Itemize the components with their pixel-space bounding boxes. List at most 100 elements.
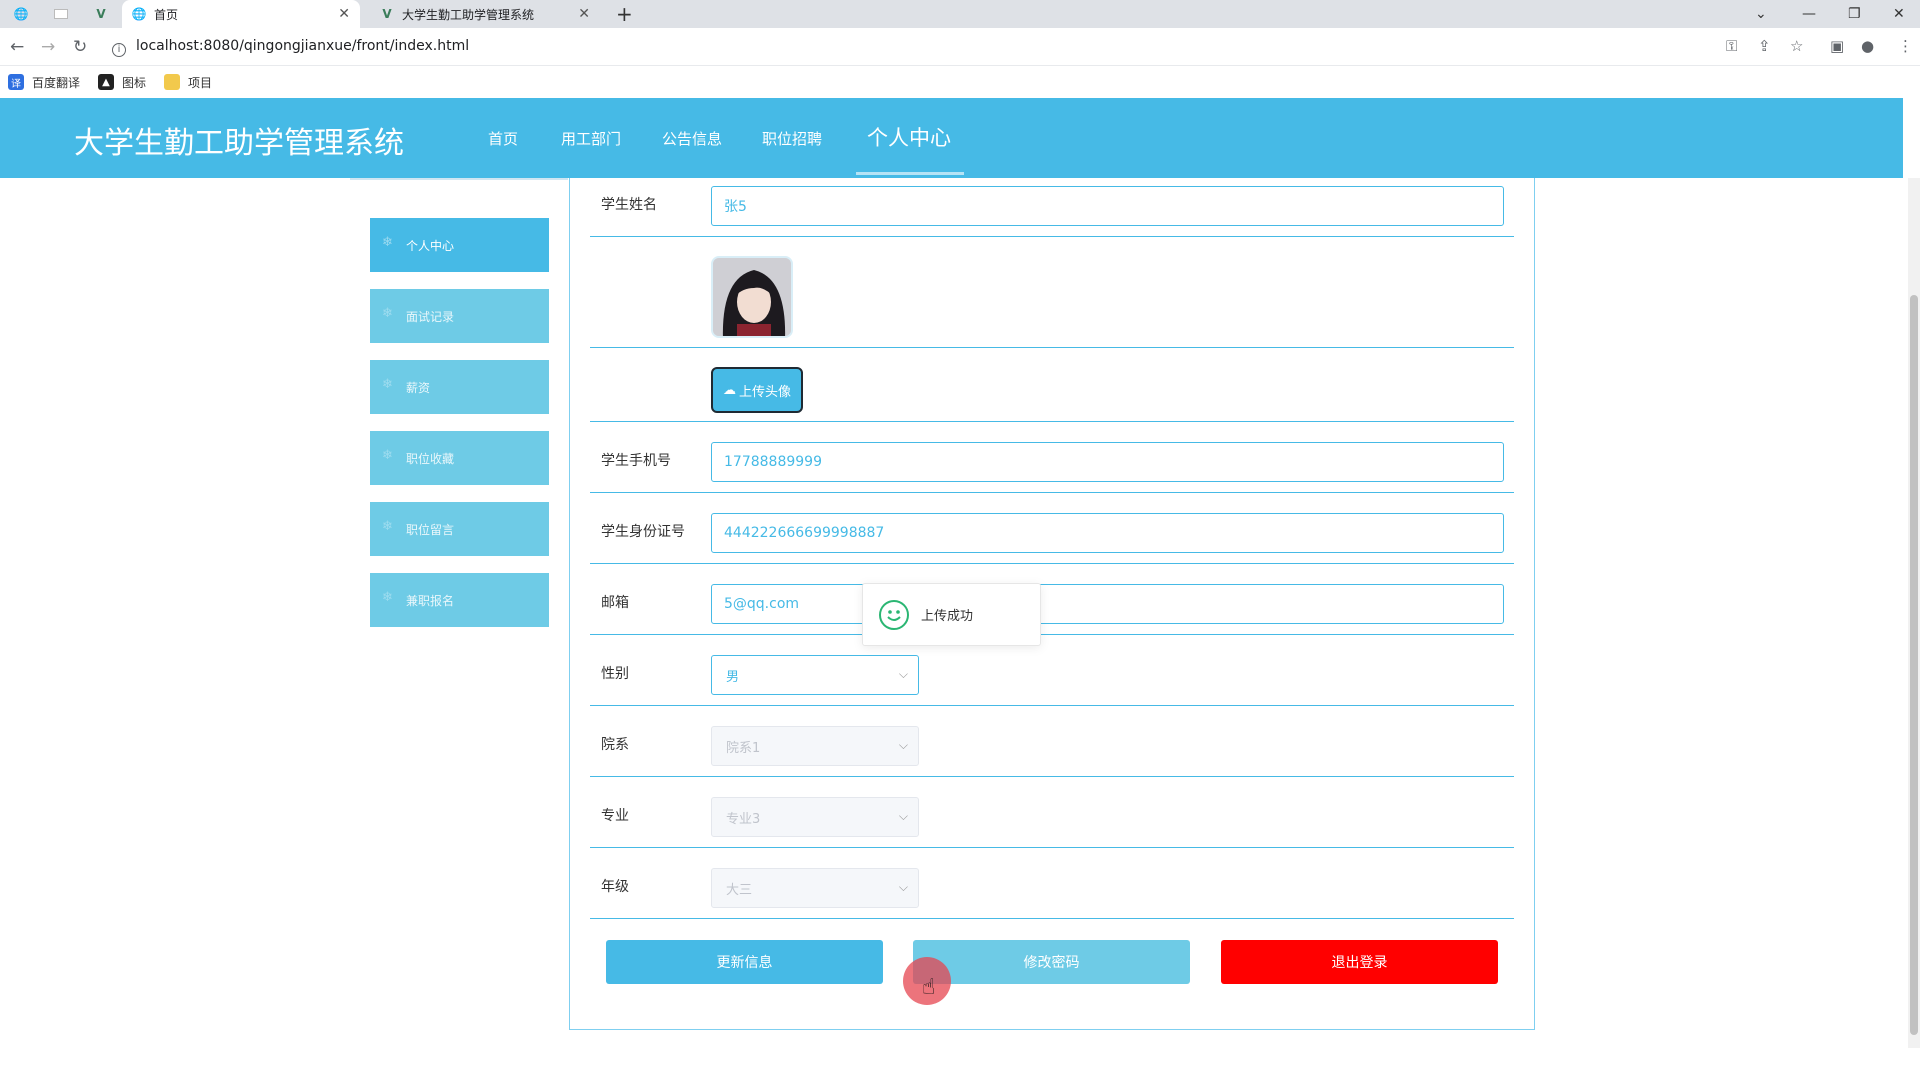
profile-icon[interactable]: ● — [1861, 37, 1874, 55]
bookmark-label: 百度翻译 — [32, 75, 81, 90]
close-tab-icon[interactable]: ✕ — [578, 6, 590, 22]
phone-field[interactable]: 17788889999 — [711, 442, 1504, 482]
scrollbar-thumb[interactable] — [1910, 295, 1918, 1035]
bookmark-label: 图标 — [122, 75, 147, 90]
sidebar-item-label: 兼职报名 — [406, 593, 455, 608]
nav-active-indicator — [856, 172, 964, 175]
tab-title: 首页 — [154, 7, 179, 22]
star-icon[interactable]: ☆ — [1790, 37, 1803, 55]
gender-label: 性别 — [601, 666, 629, 682]
pinned-tab[interactable]: 🌐 — [6, 0, 36, 28]
sidebar-item-label: 职位收藏 — [406, 451, 455, 466]
major-label: 专业 — [601, 808, 629, 824]
department-value: 院系1 — [726, 740, 761, 756]
close-tab-icon[interactable]: ✕ — [338, 6, 350, 22]
major-select: 专业3 ⌵ — [711, 797, 919, 837]
new-tab-button[interactable]: + — [616, 2, 633, 26]
nav-personal-center[interactable]: 个人中心 — [867, 122, 951, 152]
sidebar-item-personal-center[interactable]: ❄ 个人中心 — [370, 218, 549, 272]
chevron-down-icon: ⌵ — [898, 667, 908, 681]
logout-button[interactable]: 退出登录 — [1221, 940, 1498, 984]
snowflake-icon: ❄ — [382, 306, 393, 321]
site-header: 大学生勤工助学管理系统 首页 用工部门 公告信息 职位招聘 个人中心 — [0, 98, 1903, 178]
toast-message: 上传成功 — [921, 609, 974, 624]
image-icon: ▲ — [98, 74, 115, 90]
grade-value: 大三 — [726, 882, 753, 898]
upload-avatar-button[interactable]: ☁ 上传头像 — [711, 367, 803, 413]
tab-title: 大学生勤工助学管理系统 — [402, 7, 535, 22]
nav-job-recruitment[interactable]: 职位招聘 — [762, 128, 822, 149]
sidebar-item-interview-records[interactable]: ❄ 面试记录 — [370, 289, 549, 343]
address-bar-row: ← → ↻ i localhost:8080/qingongjianxue/fro… — [0, 28, 1920, 66]
major-value: 专业3 — [726, 811, 761, 827]
bookmark-baidu-translate[interactable]: 译 百度翻译 — [8, 74, 80, 91]
tab-search-icon[interactable]: ⌄ — [1755, 0, 1767, 28]
pinned-tab[interactable] — [46, 0, 76, 28]
url-field[interactable]: i localhost:8080/qingongjianxue/front/ind… — [112, 38, 469, 57]
id-card-field[interactable]: 444222666699998887 — [711, 513, 1504, 553]
student-name-label: 学生姓名 — [601, 197, 657, 213]
phone-label: 学生手机号 — [601, 453, 671, 469]
update-info-button[interactable]: 更新信息 — [606, 940, 883, 984]
sidebar-item-salary[interactable]: ❄ 薪资 — [370, 360, 549, 414]
student-name-field[interactable]: 张5 — [711, 186, 1504, 226]
folder-icon — [164, 74, 181, 90]
sidebar-item-job-favorites[interactable]: ❄ 职位收藏 — [370, 431, 549, 485]
email-field[interactable]: 5@qq.com — [711, 584, 1504, 624]
globe-icon: 🌐 — [13, 7, 29, 21]
sidebar-item-job-messages[interactable]: ❄ 职位留言 — [370, 502, 549, 556]
share-icon[interactable]: ⇪ — [1758, 37, 1771, 55]
nav-home[interactable]: 首页 — [488, 128, 518, 149]
snowflake-icon: ❄ — [382, 448, 393, 463]
sidebar-item-label: 个人中心 — [406, 238, 455, 253]
close-window-button[interactable]: ✕ — [1893, 0, 1905, 28]
chevron-down-icon: ⌵ — [898, 880, 908, 894]
snowflake-icon: ❄ — [382, 519, 393, 534]
globe-icon: 🌐 — [131, 7, 147, 21]
gender-value: 男 — [726, 669, 740, 685]
id-card-label: 学生身份证号 — [601, 524, 685, 540]
change-password-button[interactable]: 修改密码 — [913, 940, 1190, 984]
chevron-down-icon: ⌵ — [898, 738, 908, 752]
bookmark-project[interactable]: 项目 — [164, 74, 212, 91]
upload-success-toast: 上传成功 — [862, 583, 1041, 646]
snowflake-icon: ❄ — [382, 590, 393, 605]
email-label: 邮箱 — [601, 595, 629, 611]
site-title: 大学生勤工助学管理系统 — [74, 126, 404, 161]
site-info-icon[interactable]: i — [112, 43, 126, 57]
forward-arrow-icon[interactable]: → — [41, 37, 55, 57]
browser-tab-home[interactable]: 🌐 首页 ✕ — [122, 0, 360, 28]
bookmark-label: 项目 — [188, 75, 213, 90]
pinned-tab[interactable]: V — [86, 0, 116, 28]
chevron-down-icon: ⌵ — [898, 809, 908, 823]
back-arrow-icon[interactable]: ← — [10, 37, 24, 57]
key-icon[interactable]: ⚿ — [1726, 37, 1737, 55]
sidebar-item-label: 职位留言 — [406, 522, 455, 537]
more-menu-icon[interactable]: ⋮ — [1898, 37, 1913, 55]
translate-icon: 译 — [8, 74, 24, 90]
sidebar-item-parttime-signup[interactable]: ❄ 兼职报名 — [370, 573, 549, 627]
bookmark-icons[interactable]: ▲ 图标 — [98, 74, 146, 91]
upload-avatar-label: 上传头像 — [738, 384, 791, 400]
minimize-button[interactable]: — — [1802, 0, 1816, 28]
restore-button[interactable]: ❐ — [1848, 0, 1861, 28]
nav-departments[interactable]: 用工部门 — [561, 128, 621, 149]
hand-pointer-icon: ☝ — [922, 975, 936, 1000]
sidebar-item-label: 面试记录 — [406, 309, 455, 324]
snowflake-icon: ❄ — [382, 235, 393, 250]
url-text: localhost:8080/qingongjianxue/front/inde… — [136, 38, 470, 54]
grade-label: 年级 — [601, 879, 629, 895]
side-panel-icon[interactable]: ▣ — [1830, 37, 1844, 55]
bookmarks-bar: 译 百度翻译 ▲ 图标 项目 — [0, 66, 1920, 98]
department-select: 院系1 ⌵ — [711, 726, 919, 766]
snowflake-icon: ❄ — [382, 377, 393, 392]
browser-tab-system[interactable]: V 大学生勤工助学管理系统 ✕ — [370, 0, 600, 28]
grade-select: 大三 ⌵ — [711, 868, 919, 908]
department-label: 院系 — [601, 737, 629, 753]
vue-logo-icon: V — [382, 7, 392, 21]
avatar-photo — [713, 258, 791, 336]
reload-icon[interactable]: ↻ — [73, 37, 87, 57]
nav-announcements[interactable]: 公告信息 — [662, 128, 722, 149]
gender-select[interactable]: 男 ⌵ — [711, 655, 919, 695]
success-smile-icon — [879, 599, 909, 630]
